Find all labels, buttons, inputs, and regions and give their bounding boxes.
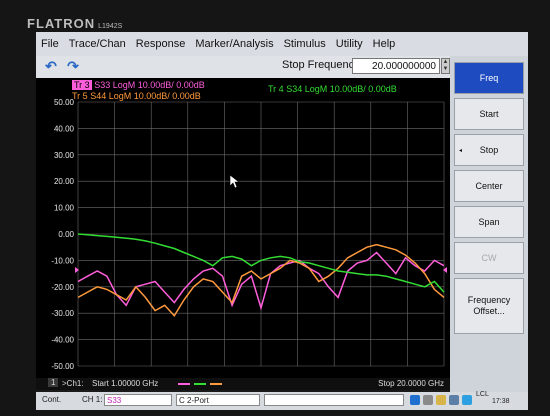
lcl-indicator: LCL <box>476 391 489 398</box>
keyboard-icon[interactable] <box>462 395 472 405</box>
y-tick-label: -30.00 <box>51 309 74 318</box>
legend-line-s44 <box>210 383 222 385</box>
message-area <box>264 394 404 406</box>
trigger-icon[interactable] <box>423 395 433 405</box>
channel-status-row: 1 >Ch1: Start 1.00000 GHz Stop 20.0000 G… <box>36 378 450 390</box>
stop-frequency-input[interactable]: 20.000000000 GHz <box>352 58 440 88</box>
toolbar: ↶ ↷ Stop Frequency 20.000000000 GHz ▲▼ <box>36 56 450 88</box>
legend-line-s33 <box>178 383 190 385</box>
y-tick-label: 0.00 <box>58 230 74 239</box>
bottom-status-bar: Cont. CH 1: S33 C 2-Port LCL 17:38 <box>36 391 528 410</box>
y-tick-label: 30.00 <box>54 151 75 160</box>
menu-bar: File Trace/Chan Response Marker/Analysis… <box>36 32 528 56</box>
network-icon[interactable] <box>449 395 459 405</box>
channel-number: 1 <box>48 378 59 387</box>
stop-frequency-label: Stop Frequency <box>282 59 360 71</box>
reference-marker-left <box>75 267 79 273</box>
softkey-center[interactable]: Center <box>454 170 524 202</box>
menu-response[interactable]: Response <box>131 38 191 50</box>
y-tick-label: -40.00 <box>51 336 74 345</box>
y-tick-label: -20.00 <box>51 283 74 292</box>
y-tick-label: 20.00 <box>54 177 75 186</box>
port-config[interactable]: C 2-Port <box>176 394 260 406</box>
selected-arrow-icon: ◂ <box>459 148 463 154</box>
y-tick-label: -10.00 <box>51 256 74 265</box>
undo-icon[interactable]: ↶ <box>44 59 58 73</box>
menu-marker-analysis[interactable]: Marker/Analysis <box>190 38 278 50</box>
analyzer-screen: File Trace/Chan Response Marker/Analysis… <box>36 32 528 410</box>
menu-stimulus[interactable]: Stimulus <box>279 38 331 50</box>
softkey-freq[interactable]: Freq <box>454 62 524 94</box>
clock: 17:38 <box>492 398 510 405</box>
stop-frequency-readout: Stop 20.0000 GHz <box>378 379 444 388</box>
menu-trace-chan[interactable]: Trace/Chan <box>64 38 131 50</box>
sweep-mode[interactable]: Cont. <box>42 395 61 404</box>
cursor-icon[interactable] <box>436 395 446 405</box>
monitor-brand: FLATRON L1942S <box>27 16 123 31</box>
monitor-bezel: FLATRON L1942S File Trace/Chan Response M… <box>0 0 550 416</box>
channel-label: >Ch1: <box>62 379 84 388</box>
calibration-icon[interactable] <box>410 395 420 405</box>
softkey-stop[interactable]: ◂ Stop <box>454 134 524 166</box>
softkey-start[interactable]: Start <box>454 98 524 130</box>
legend-line-s34 <box>194 383 206 385</box>
trace-chart[interactable]: Tr 3 S33 LogM 10.00dB/ 0.00dB Tr 5 S44 L… <box>36 78 450 378</box>
chart-plot[interactable]: 50.00 40.00 30.00 20.00 10.00 0.00 -10.00 -20.0… <box>36 78 450 378</box>
mouse-cursor-icon <box>229 174 240 189</box>
softkey-span[interactable]: Span <box>454 206 524 238</box>
menu-utility[interactable]: Utility <box>331 38 368 50</box>
menu-file[interactable]: File <box>36 38 64 50</box>
reference-marker-right <box>443 267 447 273</box>
y-tick-label: 50.00 <box>54 98 75 107</box>
y-tick-label: 10.00 <box>54 204 75 213</box>
y-tick-label: 40.00 <box>54 124 75 133</box>
softkey-frequency-offset[interactable]: Frequency Offset... <box>454 278 524 334</box>
softkey-cw[interactable]: CW <box>454 242 524 274</box>
softkey-panel: Freq Start ◂ Stop Center Span CW Frequenc… <box>450 56 528 392</box>
start-frequency-readout: Start 1.00000 GHz <box>92 379 159 388</box>
stop-frequency-spinner[interactable]: ▲ ▼ <box>441 58 450 74</box>
channel-indicator: CH 1: <box>82 395 103 404</box>
menu-help[interactable]: Help <box>368 38 401 50</box>
redo-icon[interactable]: ↷ <box>66 59 80 73</box>
active-parameter[interactable]: S33 <box>104 394 172 406</box>
y-tick-label: -50.00 <box>51 362 74 371</box>
